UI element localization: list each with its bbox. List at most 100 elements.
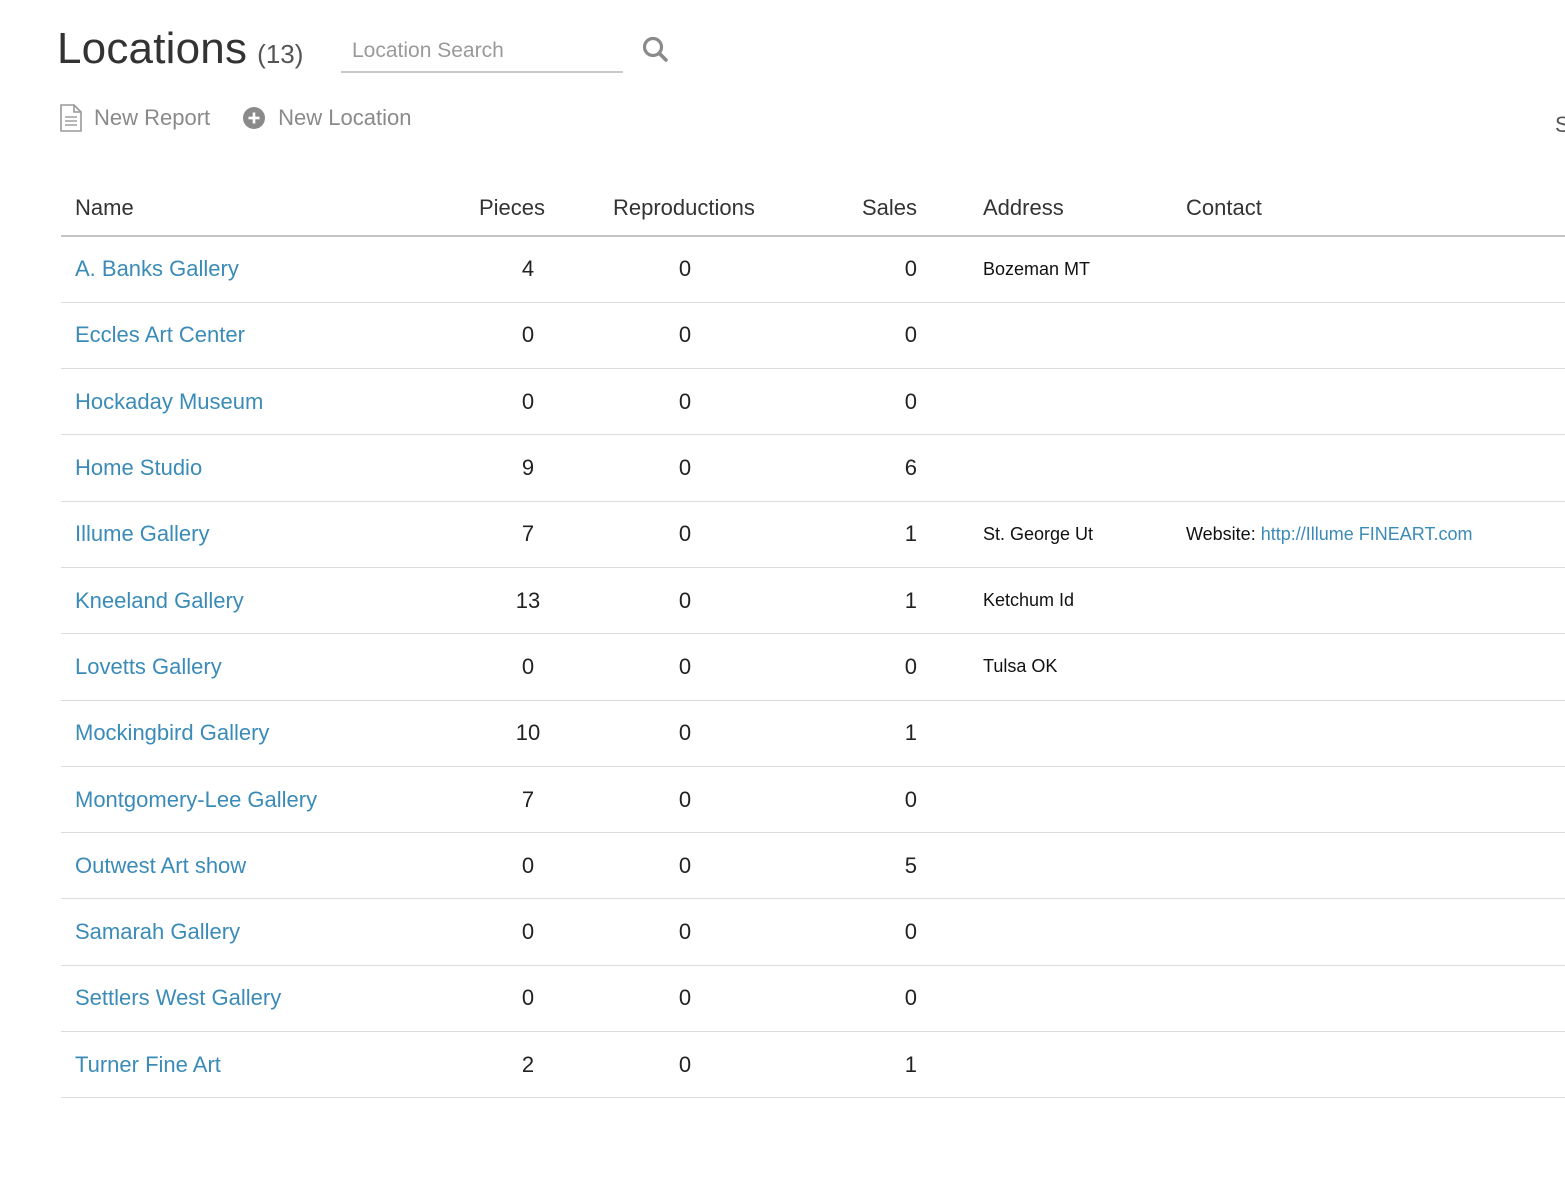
cell-address	[983, 965, 1186, 1033]
cell-address	[983, 700, 1186, 767]
table-row[interactable]: Eccles Art Center 0 0 0	[61, 302, 1565, 370]
cell-pieces: 2	[445, 1031, 577, 1099]
cell-contact	[1186, 236, 1565, 303]
cell-contact	[1186, 700, 1565, 767]
cell-address	[983, 832, 1186, 900]
column-header-sales[interactable]: Sales	[763, 180, 983, 237]
column-header-name[interactable]: Name	[61, 180, 445, 237]
location-count: (13)	[257, 39, 304, 69]
cell-sales: 0	[763, 368, 983, 436]
column-header-reproductions[interactable]: Reproductions	[577, 180, 763, 237]
cell-address	[983, 766, 1186, 834]
cell-address	[983, 302, 1186, 370]
cell-reproductions: 0	[577, 766, 763, 834]
cell-sales: 0	[763, 898, 983, 966]
table-row[interactable]: Settlers West Gallery 0 0 0	[61, 965, 1565, 1033]
cell-sales: 0	[763, 965, 983, 1033]
cell-contact	[1186, 965, 1565, 1033]
cell-reproductions: 0	[577, 434, 763, 502]
cell-contact	[1186, 302, 1565, 370]
cell-name: Eccles Art Center	[61, 302, 445, 370]
cell-name: Home Studio	[61, 434, 445, 502]
cell-contact	[1186, 434, 1565, 502]
new-location-button[interactable]: New Location	[242, 105, 411, 131]
location-link[interactable]: Illume Gallery	[75, 521, 209, 546]
location-link[interactable]: Home Studio	[75, 455, 202, 480]
location-link[interactable]: Turner Fine Art	[75, 1052, 221, 1077]
new-location-label: New Location	[278, 105, 412, 130]
cell-reproductions: 0	[577, 633, 763, 701]
location-link[interactable]: A. Banks Gallery	[75, 256, 239, 281]
location-link[interactable]: Hockaday Museum	[75, 389, 263, 414]
plus-circle-icon	[243, 107, 266, 129]
column-header-pieces[interactable]: Pieces	[445, 180, 577, 237]
document-icon	[60, 104, 82, 132]
cell-contact: Website: http://Illume FINEART.com	[1186, 501, 1565, 568]
cell-sales: 0	[763, 633, 983, 701]
cell-reproductions: 0	[577, 501, 763, 568]
cell-address: Ketchum Id	[983, 567, 1186, 635]
cell-sales: 1	[763, 567, 983, 635]
column-header-address[interactable]: Address	[983, 180, 1186, 237]
cell-pieces: 13	[445, 567, 577, 635]
table-row[interactable]: Montgomery-Lee Gallery 7 0 0	[61, 766, 1565, 834]
cell-contact	[1186, 567, 1565, 635]
cell-name: Illume Gallery	[61, 501, 445, 568]
location-link[interactable]: Outwest Art show	[75, 853, 246, 878]
cell-sales: 6	[763, 434, 983, 502]
contact-link[interactable]: http://Illume FINEART.com	[1261, 524, 1473, 544]
search-input[interactable]	[341, 30, 623, 71]
cell-sales: 1	[763, 700, 983, 767]
cell-address: St. George Ut	[983, 501, 1186, 568]
locations-page: Locations (13) New Report	[0, 0, 1565, 1200]
column-header-contact[interactable]: Contact	[1186, 180, 1565, 237]
table-row[interactable]: Samarah Gallery 0 0 0	[61, 898, 1565, 966]
page-title: Locations	[57, 24, 248, 73]
page-header: Locations (13)	[57, 24, 303, 74]
cell-address	[983, 1031, 1186, 1099]
cell-name: Settlers West Gallery	[61, 965, 445, 1033]
table-row[interactable]: Turner Fine Art 2 0 1	[61, 1031, 1565, 1099]
location-link[interactable]: Mockingbird Gallery	[75, 720, 269, 745]
cell-reproductions: 0	[577, 700, 763, 767]
table-row[interactable]: Home Studio 9 0 6	[61, 434, 1565, 502]
table-header-row: Name Pieces Reproductions Sales Address …	[61, 180, 1565, 237]
cell-name: Outwest Art show	[61, 832, 445, 900]
toolbar: New Report New Location	[60, 104, 411, 132]
cell-contact	[1186, 368, 1565, 436]
table-row[interactable]: Lovetts Gallery 0 0 0 Tulsa OK	[61, 633, 1565, 701]
table-row[interactable]: Outwest Art show 0 0 5	[61, 832, 1565, 900]
locations-table: Name Pieces Reproductions Sales Address …	[61, 180, 1565, 1099]
location-link[interactable]: Samarah Gallery	[75, 919, 240, 944]
cell-address	[983, 434, 1186, 502]
cell-address	[983, 898, 1186, 966]
cell-address: Bozeman MT	[983, 236, 1186, 303]
location-link[interactable]: Lovetts Gallery	[75, 654, 222, 679]
cell-reproductions: 0	[577, 965, 763, 1033]
location-link[interactable]: Settlers West Gallery	[75, 985, 281, 1010]
cell-reproductions: 0	[577, 832, 763, 900]
table-row[interactable]: Illume Gallery 7 0 1 St. George Ut Website: h…	[61, 501, 1565, 568]
table-row[interactable]: Mockingbird Gallery 10 0 1	[61, 700, 1565, 767]
new-report-button[interactable]: New Report	[60, 104, 210, 132]
search-icon[interactable]	[641, 35, 671, 65]
cell-name: Lovetts Gallery	[61, 633, 445, 701]
table-row[interactable]: Hockaday Museum 0 0 0	[61, 368, 1565, 436]
location-link[interactable]: Montgomery-Lee Gallery	[75, 787, 317, 812]
search-field	[341, 30, 623, 73]
table-row[interactable]: A. Banks Gallery 4 0 0 Bozeman MT	[61, 236, 1565, 303]
cell-pieces: 4	[445, 236, 577, 303]
cell-reproductions: 0	[577, 368, 763, 436]
cell-sales: 1	[763, 1031, 983, 1099]
cell-pieces: 0	[445, 633, 577, 701]
location-link[interactable]: Eccles Art Center	[75, 322, 245, 347]
cell-reproductions: 0	[577, 236, 763, 303]
cell-pieces: 9	[445, 434, 577, 502]
cell-name: A. Banks Gallery	[61, 236, 445, 303]
table-body: A. Banks Gallery 4 0 0 Bozeman MT Eccles Art…	[61, 236, 1565, 1099]
table-row[interactable]: Kneeland Gallery 13 0 1 Ketchum Id	[61, 567, 1565, 635]
cell-reproductions: 0	[577, 898, 763, 966]
cell-name: Kneeland Gallery	[61, 567, 445, 635]
location-link[interactable]: Kneeland Gallery	[75, 588, 244, 613]
cell-reproductions: 0	[577, 1031, 763, 1099]
